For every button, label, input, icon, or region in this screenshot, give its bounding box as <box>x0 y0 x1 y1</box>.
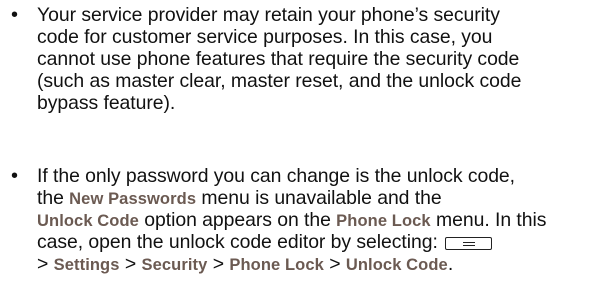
text-segment: menu is unavailable and the <box>196 187 442 209</box>
path-separator: > <box>212 253 225 275</box>
text-segment: option appears on the <box>138 209 337 231</box>
bullet-marker: • <box>11 4 19 26</box>
text-segment: menu. In this <box>430 209 547 231</box>
text-line: (such as master clear, master reset, and… <box>37 70 522 92</box>
path-item-settings: Settings <box>53 256 120 274</box>
text-segment: the <box>37 187 70 209</box>
path-item-unlock-code: Unlock Code <box>345 256 448 274</box>
text-line: cannot use phone features that require t… <box>37 48 520 70</box>
path-item-phone-lock: Phone Lock <box>229 256 324 274</box>
path-separator: > <box>329 253 341 275</box>
path-end: . <box>447 253 454 275</box>
bullet-marker: • <box>11 165 19 187</box>
document-page: • Your service provider may retain your … <box>0 0 599 285</box>
path-separator: > <box>124 253 137 275</box>
path-separator: > <box>37 253 49 275</box>
text-line: If the only password you can change is t… <box>37 165 516 187</box>
text-line: Your service provider may retain your ph… <box>37 4 500 26</box>
option-name-unlock-code: Unlock Code <box>37 212 139 230</box>
text-line: bypass feature). <box>37 92 176 114</box>
text-segment: case, open the unlock code editor by sel… <box>37 231 438 253</box>
text-line: code for customer service purposes. In t… <box>37 26 493 48</box>
menu-path: > Settings > Security > Phone Lock > Unl… <box>37 253 453 276</box>
menu-name-new-passwords: New Passwords <box>69 190 197 208</box>
path-item-security: Security <box>141 256 208 274</box>
text-line: the New Passwords menu is unavailable an… <box>37 187 442 210</box>
text-line: case, open the unlock code editor by sel… <box>37 231 493 253</box>
text-line: Unlock Code option appears on the Phone … <box>37 209 546 232</box>
menu-name-phone-lock: Phone Lock <box>336 212 431 230</box>
menu-key-icon <box>445 237 493 250</box>
